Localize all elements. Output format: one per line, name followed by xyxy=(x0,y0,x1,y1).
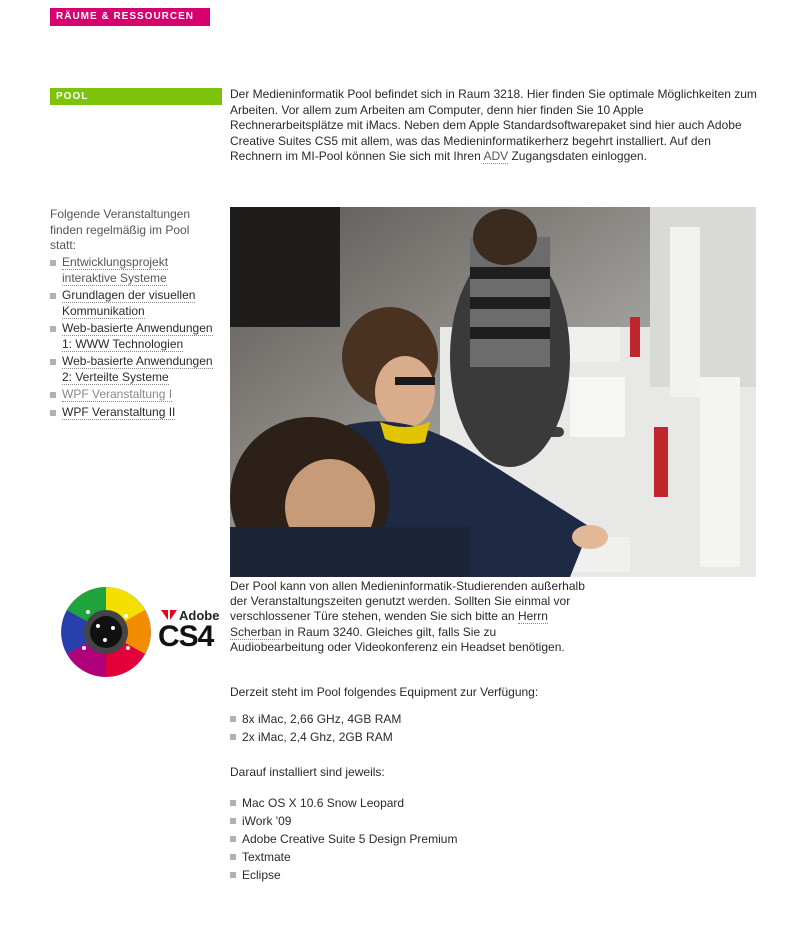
pool-intro-part: Zugangsdaten einloggen. xyxy=(508,149,647,163)
installed-label: Eclipse xyxy=(242,868,281,882)
course-item: WPF Veranstaltung I xyxy=(50,387,220,403)
bullet-square xyxy=(50,409,56,416)
course-link[interactable]: WPF Veranstaltung II xyxy=(62,404,176,420)
equipment-item: 2x iMac, 2,4 Ghz, 2GB RAM xyxy=(230,728,401,746)
bullet-square xyxy=(230,854,236,860)
installed-item: Mac OS X 10.6 Snow Leopard xyxy=(230,794,457,812)
course-item: Web-basierte Anwendungen 2: Verteilte Sy… xyxy=(50,354,220,385)
bullet-square xyxy=(230,716,236,722)
pool-photo-illustration xyxy=(230,207,756,577)
bullet-square xyxy=(50,359,56,365)
installed-item: iWork '09 xyxy=(230,812,457,830)
course-item: Web-basierte Anwendungen 1: WWW Technolo… xyxy=(50,321,220,352)
installed-label: iWork '09 xyxy=(242,814,292,828)
installed-item: Adobe Creative Suite 5 Design Premium xyxy=(230,830,457,848)
installed-label: Mac OS X 10.6 Snow Leopard xyxy=(242,796,405,810)
course-link[interactable]: Entwicklungsprojekt interaktive Systeme xyxy=(62,255,169,286)
installed-item: Textmate xyxy=(230,848,457,866)
installed-item: Eclipse xyxy=(230,866,457,884)
bullet-square xyxy=(50,326,56,332)
adv-link[interactable]: ADV xyxy=(483,149,509,164)
equipment-list: 8x iMac, 2,66 GHz, 4GB RAM 2x iMac, 2,4 … xyxy=(230,710,401,746)
course-link[interactable]: WPF Veranstaltung I xyxy=(62,387,173,402)
bullet-square xyxy=(230,734,236,740)
bullet-square xyxy=(50,260,56,266)
course-item: Grundlagen der visuellen Kommunikation xyxy=(50,288,220,319)
bullet-square xyxy=(230,872,236,878)
section-badge: RÄUME & RESSOURCEN xyxy=(50,8,210,26)
course-link[interactable]: Web-basierte Anwendungen 1: WWW Technolo… xyxy=(62,321,213,352)
usage-text: Der Pool kann von allen Medieninformatik… xyxy=(230,579,590,655)
bullet-square xyxy=(230,818,236,824)
adobe-cs4-logo: Adobe CS4 xyxy=(58,582,219,682)
bullet-square xyxy=(230,836,236,842)
equipment-label: 2x iMac, 2,4 Ghz, 2GB RAM xyxy=(242,730,393,744)
course-list: Entwicklungsprojekt interaktive Systeme … xyxy=(50,255,220,422)
pool-photo xyxy=(230,207,756,577)
equipment-label: 8x iMac, 2,66 GHz, 4GB RAM xyxy=(242,712,402,726)
course-item: WPF Veranstaltung II xyxy=(50,404,220,421)
pool-intro-text: Der Medieninformatik Pool befindet sich … xyxy=(230,87,760,165)
installed-label: Adobe Creative Suite 5 Design Premium xyxy=(242,832,458,846)
installed-title: Darauf installiert sind jeweils: xyxy=(230,765,385,779)
bullet-square xyxy=(230,800,236,806)
usage-text-part: in Raum 3240. Gleiches gilt, falls Sie z… xyxy=(230,624,565,654)
cs4-wordmark: CS4 xyxy=(158,620,214,653)
equipment-item: 8x iMac, 2,66 GHz, 4GB RAM xyxy=(230,710,401,728)
course-link[interactable]: Grundlagen der visuellen Kommunikation xyxy=(62,288,196,319)
installed-label: Textmate xyxy=(242,850,291,864)
bullet-square xyxy=(50,392,56,398)
course-item: Entwicklungsprojekt interaktive Systeme xyxy=(50,255,220,286)
pool-badge: POOL xyxy=(50,88,222,105)
course-link[interactable]: Web-basierte Anwendungen 2: Verteilte Sy… xyxy=(62,354,213,385)
equipment-title: Derzeit steht im Pool folgendes Equipmen… xyxy=(230,685,539,699)
bullet-square xyxy=(50,293,56,299)
courses-intro: Folgende Veranstaltungen finden regelmäß… xyxy=(50,207,191,252)
installed-list: Mac OS X 10.6 Snow Leopard iWork '09 Ado… xyxy=(230,794,457,884)
